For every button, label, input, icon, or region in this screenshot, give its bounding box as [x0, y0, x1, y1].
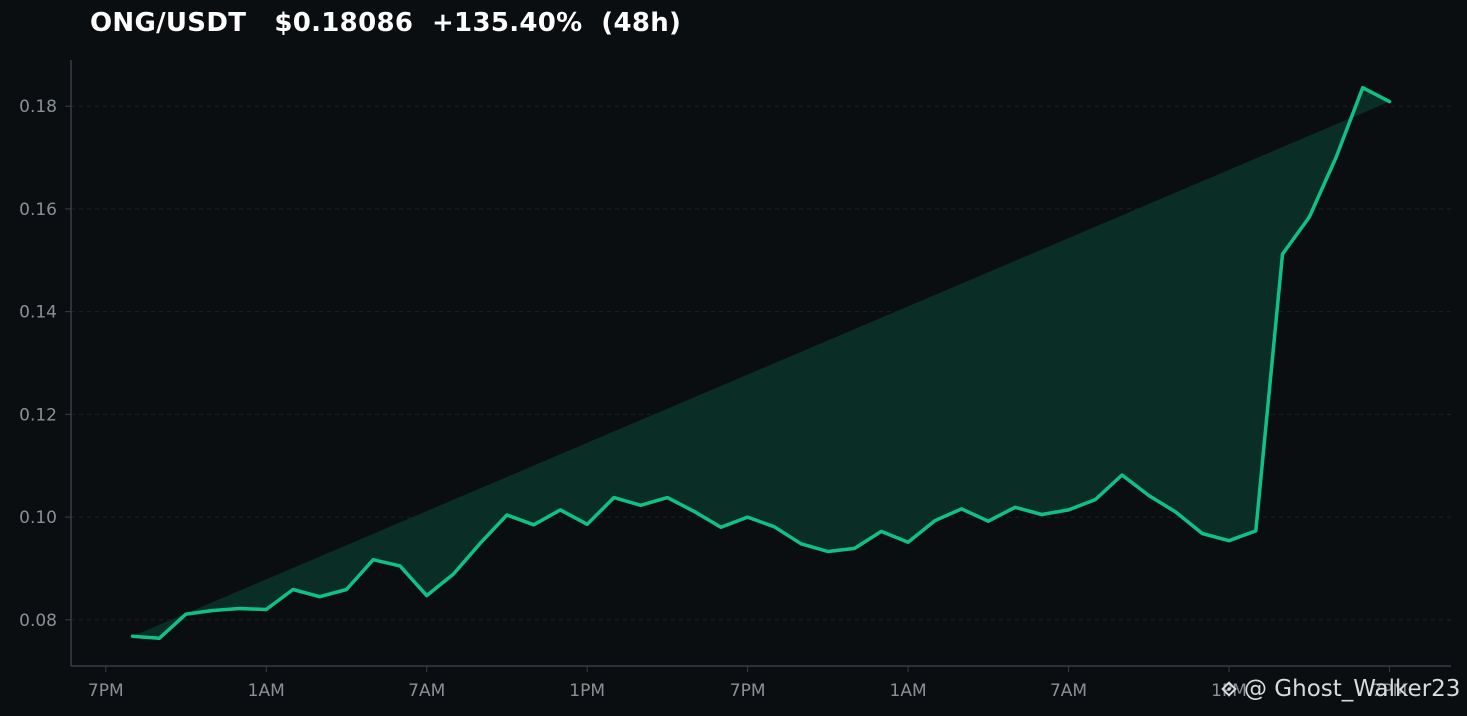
binance-logo-icon	[1221, 681, 1237, 697]
x-tick-label: 1AM	[890, 681, 927, 701]
watermark-handle: @ Ghost_Walker23	[1244, 676, 1461, 702]
watermark: @ Ghost_Walker23	[1218, 676, 1460, 702]
x-ticks: 7PM1AM7AM1PM7PM1AM7AM1PM7PM	[88, 666, 1407, 701]
price-area-fill	[132, 87, 1390, 639]
y-tick-label: 0.14	[19, 303, 57, 323]
price-chart: 0.08 0.10 0.12 0.14 0.16 0.18 7PM 1AM 7AM 1PM 7PM…	[19, 60, 1451, 701]
x-tick-label: 1PM	[569, 681, 605, 701]
y-tick-label: 0.12	[19, 405, 57, 425]
x-tick-label: 7AM	[408, 681, 445, 701]
y-tick-label: 0.10	[19, 508, 57, 528]
y-tick-label: 0.08	[19, 611, 57, 631]
x-tick-label: 7PM	[88, 681, 124, 701]
y-tick-label: 0.18	[19, 97, 57, 117]
x-tick-label: 7AM	[1050, 681, 1087, 701]
y-ticks: 0.08 0.10 0.12 0.14 0.16 0.18	[19, 97, 71, 631]
x-tick-label: 1AM	[248, 681, 285, 701]
y-tick-label: 0.16	[19, 200, 57, 220]
x-tick-label: 7PM	[730, 681, 766, 701]
